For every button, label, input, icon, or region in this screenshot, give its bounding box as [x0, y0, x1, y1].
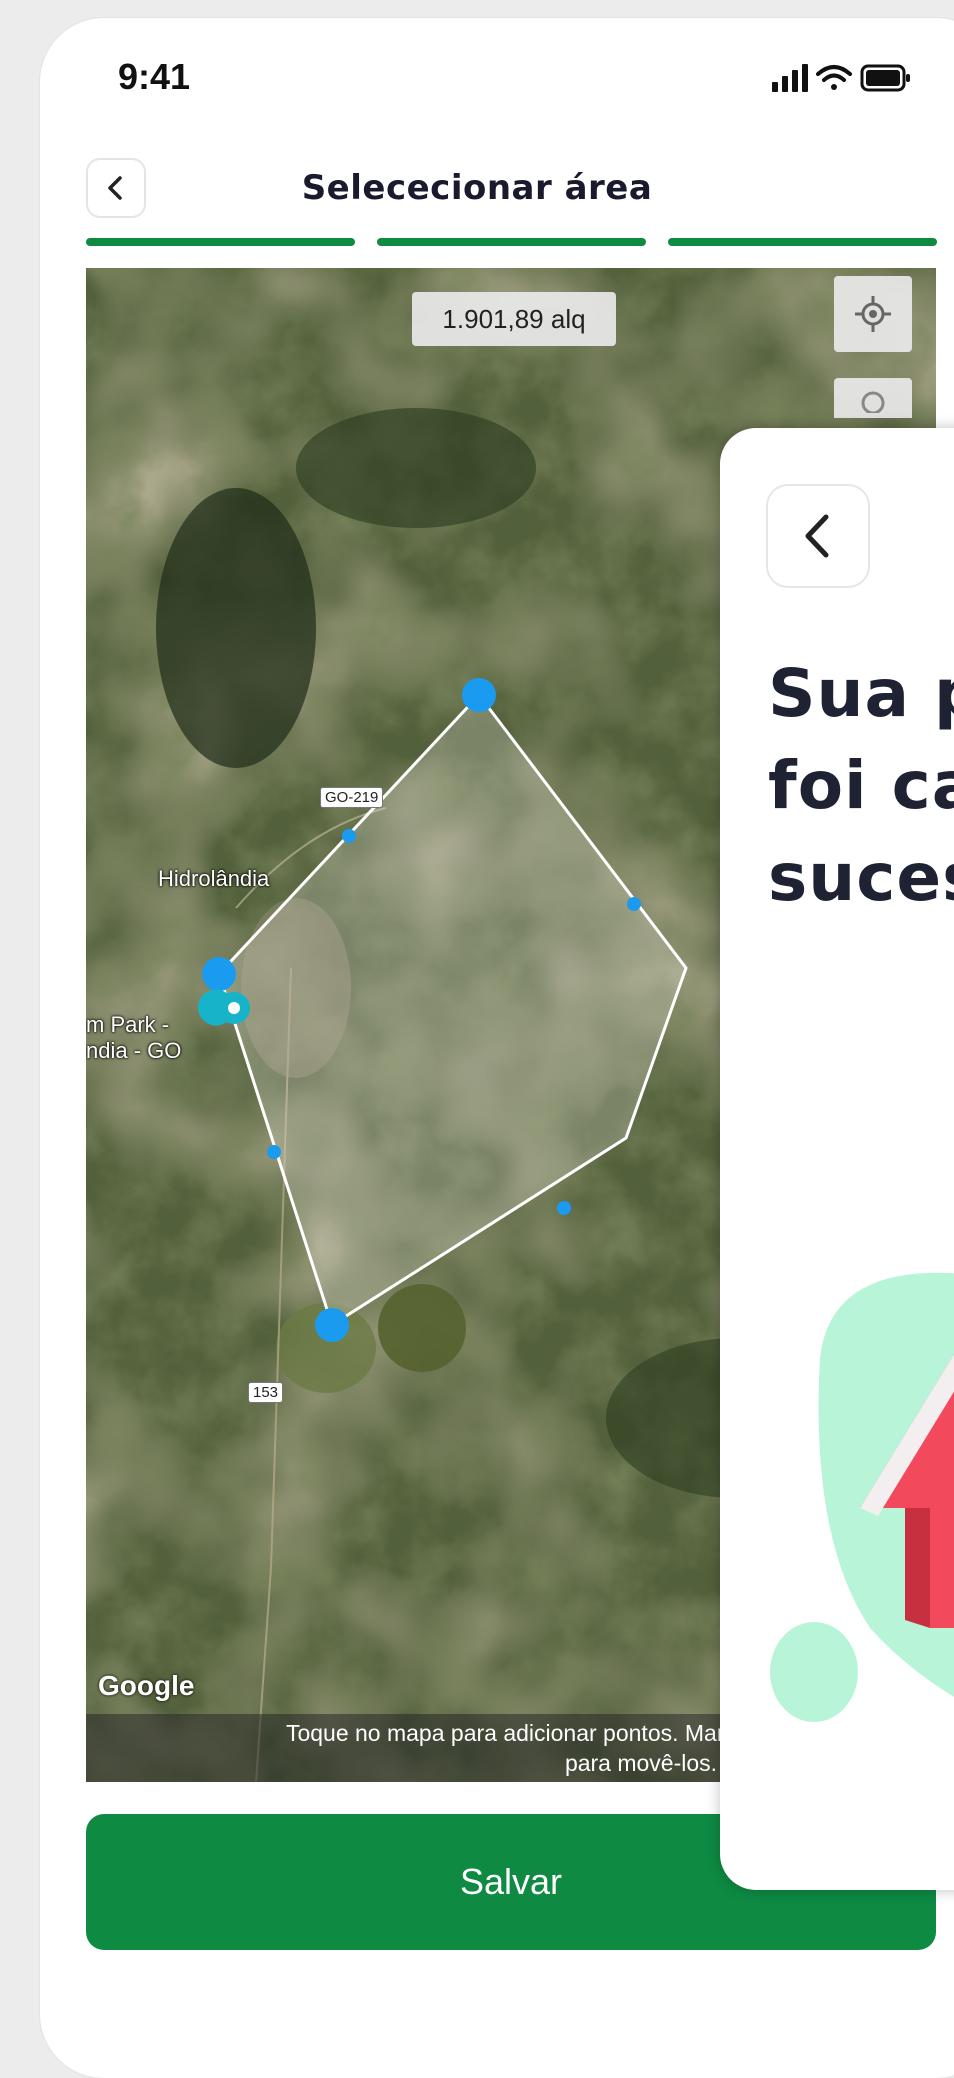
progress-step-3 [668, 238, 937, 246]
signal-icon [772, 64, 808, 92]
polygon-midpoint[interactable] [557, 1201, 571, 1215]
step-progress [86, 238, 937, 246]
zoom-button[interactable] [834, 378, 912, 418]
back-chevron-icon [805, 514, 829, 558]
poi-label-line1: m Park - [86, 1012, 170, 1037]
success-title-line3: sucess [768, 839, 954, 916]
road-label-go219: GO-219 [320, 787, 384, 808]
modal-back-button[interactable] [766, 484, 870, 588]
status-time: 9:41 [118, 56, 191, 97]
poi-label-line2: ndia - GO [86, 1038, 182, 1063]
polygon-vertex[interactable] [202, 957, 236, 991]
locate-icon [855, 296, 891, 332]
mint-dot [770, 1622, 858, 1722]
polygon-midpoint[interactable] [267, 1145, 281, 1159]
polygon-midpoint[interactable] [627, 897, 641, 911]
zoom-icon [861, 391, 885, 413]
wifi-icon [816, 65, 852, 90]
polygon-vertex[interactable] [315, 1308, 349, 1342]
success-title: Sua pr foi cad sucess [768, 648, 954, 924]
progress-step-2 [377, 238, 646, 246]
road-label-153: 153 [248, 1382, 284, 1403]
success-illustration [770, 1272, 954, 1722]
status-icons [772, 60, 912, 101]
polygon-vertex[interactable] [462, 678, 496, 712]
success-title-line1: Sua pr [768, 655, 954, 732]
polygon-midpoint[interactable] [342, 829, 356, 843]
battery-icon [860, 64, 910, 92]
progress-step-1 [86, 238, 355, 246]
town-label: Hidrolândia [158, 866, 270, 891]
phone-frame: 9:41 Selececionar área 1.901,89 alq GO-2… [40, 18, 954, 2078]
area-measurement-chip: 1.901,89 alq [412, 292, 616, 346]
success-modal: Sua pr foi cad sucess [720, 428, 954, 1890]
success-title-line2: foi cad [768, 747, 954, 824]
locate-button[interactable] [834, 276, 912, 352]
page-title: Selececionar área [301, 168, 653, 208]
google-logo: Google [98, 1670, 195, 1701]
